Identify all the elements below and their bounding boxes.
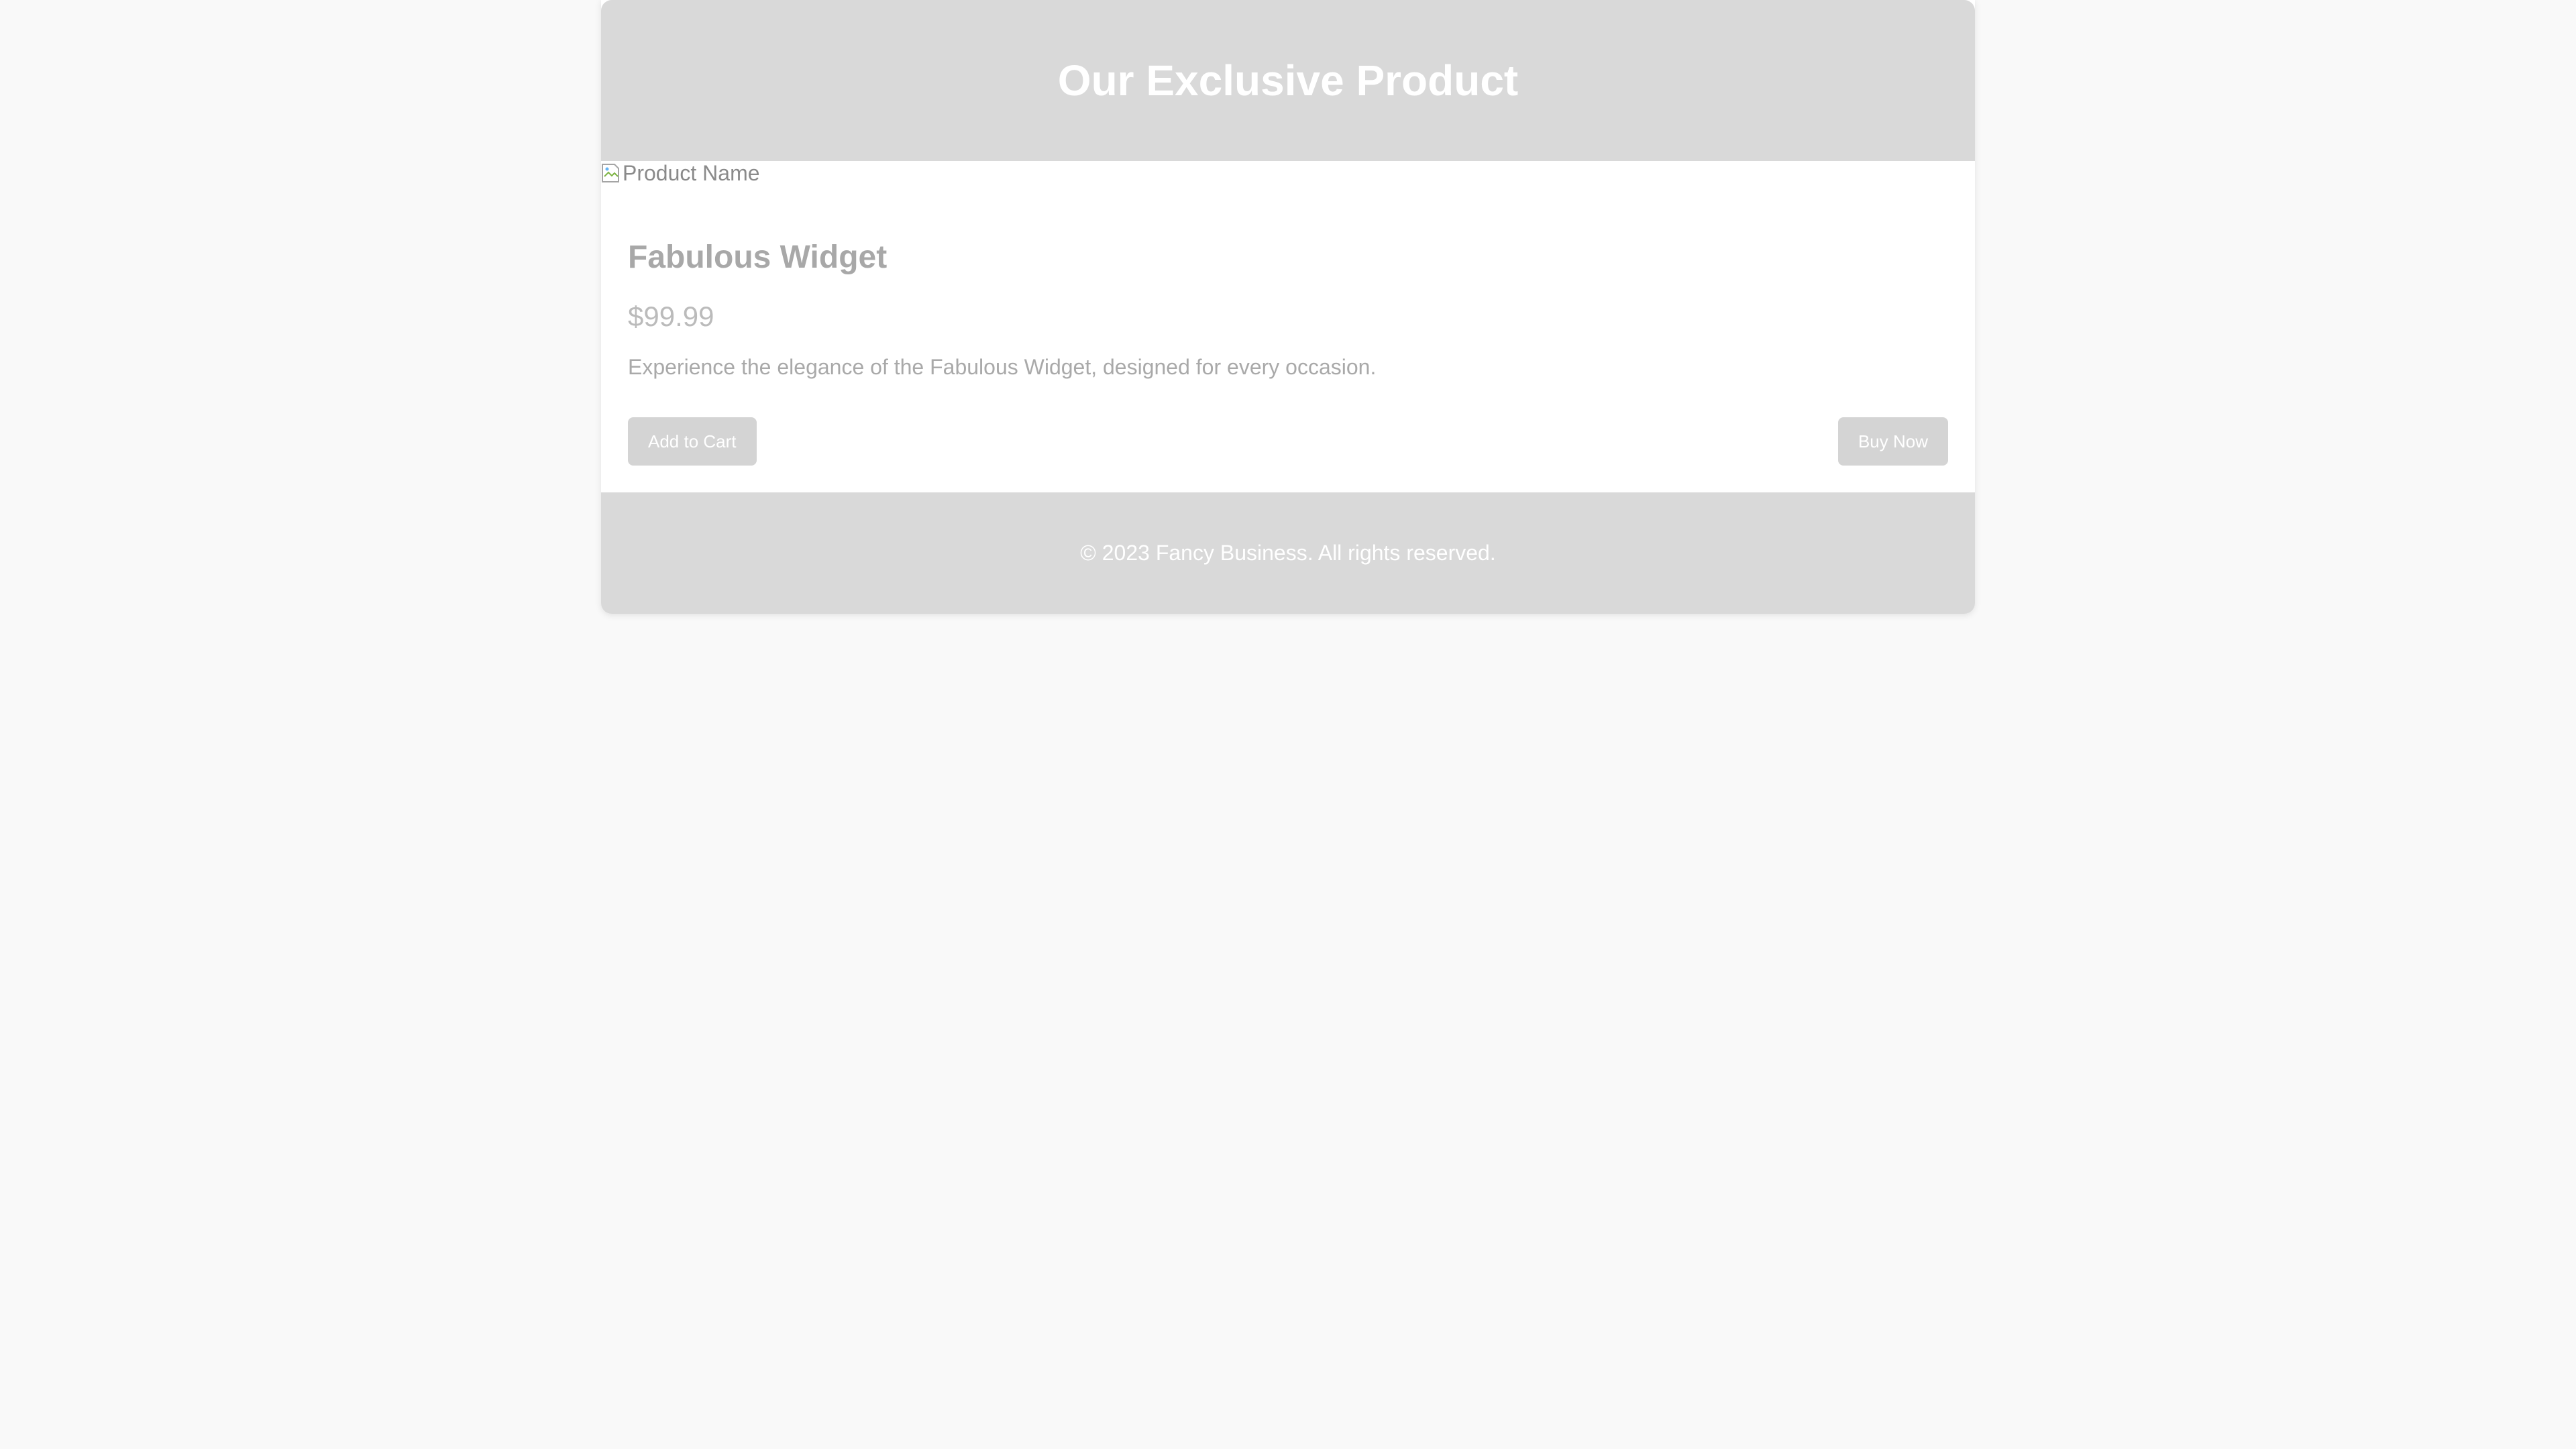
product-price: $99.99 (628, 301, 714, 332)
product-card: Our Exclusive Product Product Name Fabul… (601, 0, 1975, 614)
product-description: Experience the elegance of the Fabulous … (628, 355, 1377, 379)
product-details: Fabulous Widget $99.99 Experience the el… (628, 221, 1948, 382)
page-footer: © 2023 Fancy Business. All rights reserv… (601, 492, 1975, 614)
broken-image-icon (601, 162, 621, 184)
footer-copyright: © 2023 Fancy Business. All rights reserv… (1080, 541, 1496, 565)
buy-now-button[interactable]: Buy Now (1837, 417, 1948, 466)
product-image: Product Name (601, 158, 760, 188)
product-name: Fabulous Widget (628, 239, 888, 275)
page-header: Our Exclusive Product (601, 0, 1975, 161)
add-to-cart-button[interactable]: Add to Cart (628, 417, 757, 466)
product-actions: Add to Cart Buy Now (628, 417, 1948, 466)
page-title: Our Exclusive Product (1057, 56, 1519, 105)
product-image-alt-text: Product Name (623, 160, 760, 185)
